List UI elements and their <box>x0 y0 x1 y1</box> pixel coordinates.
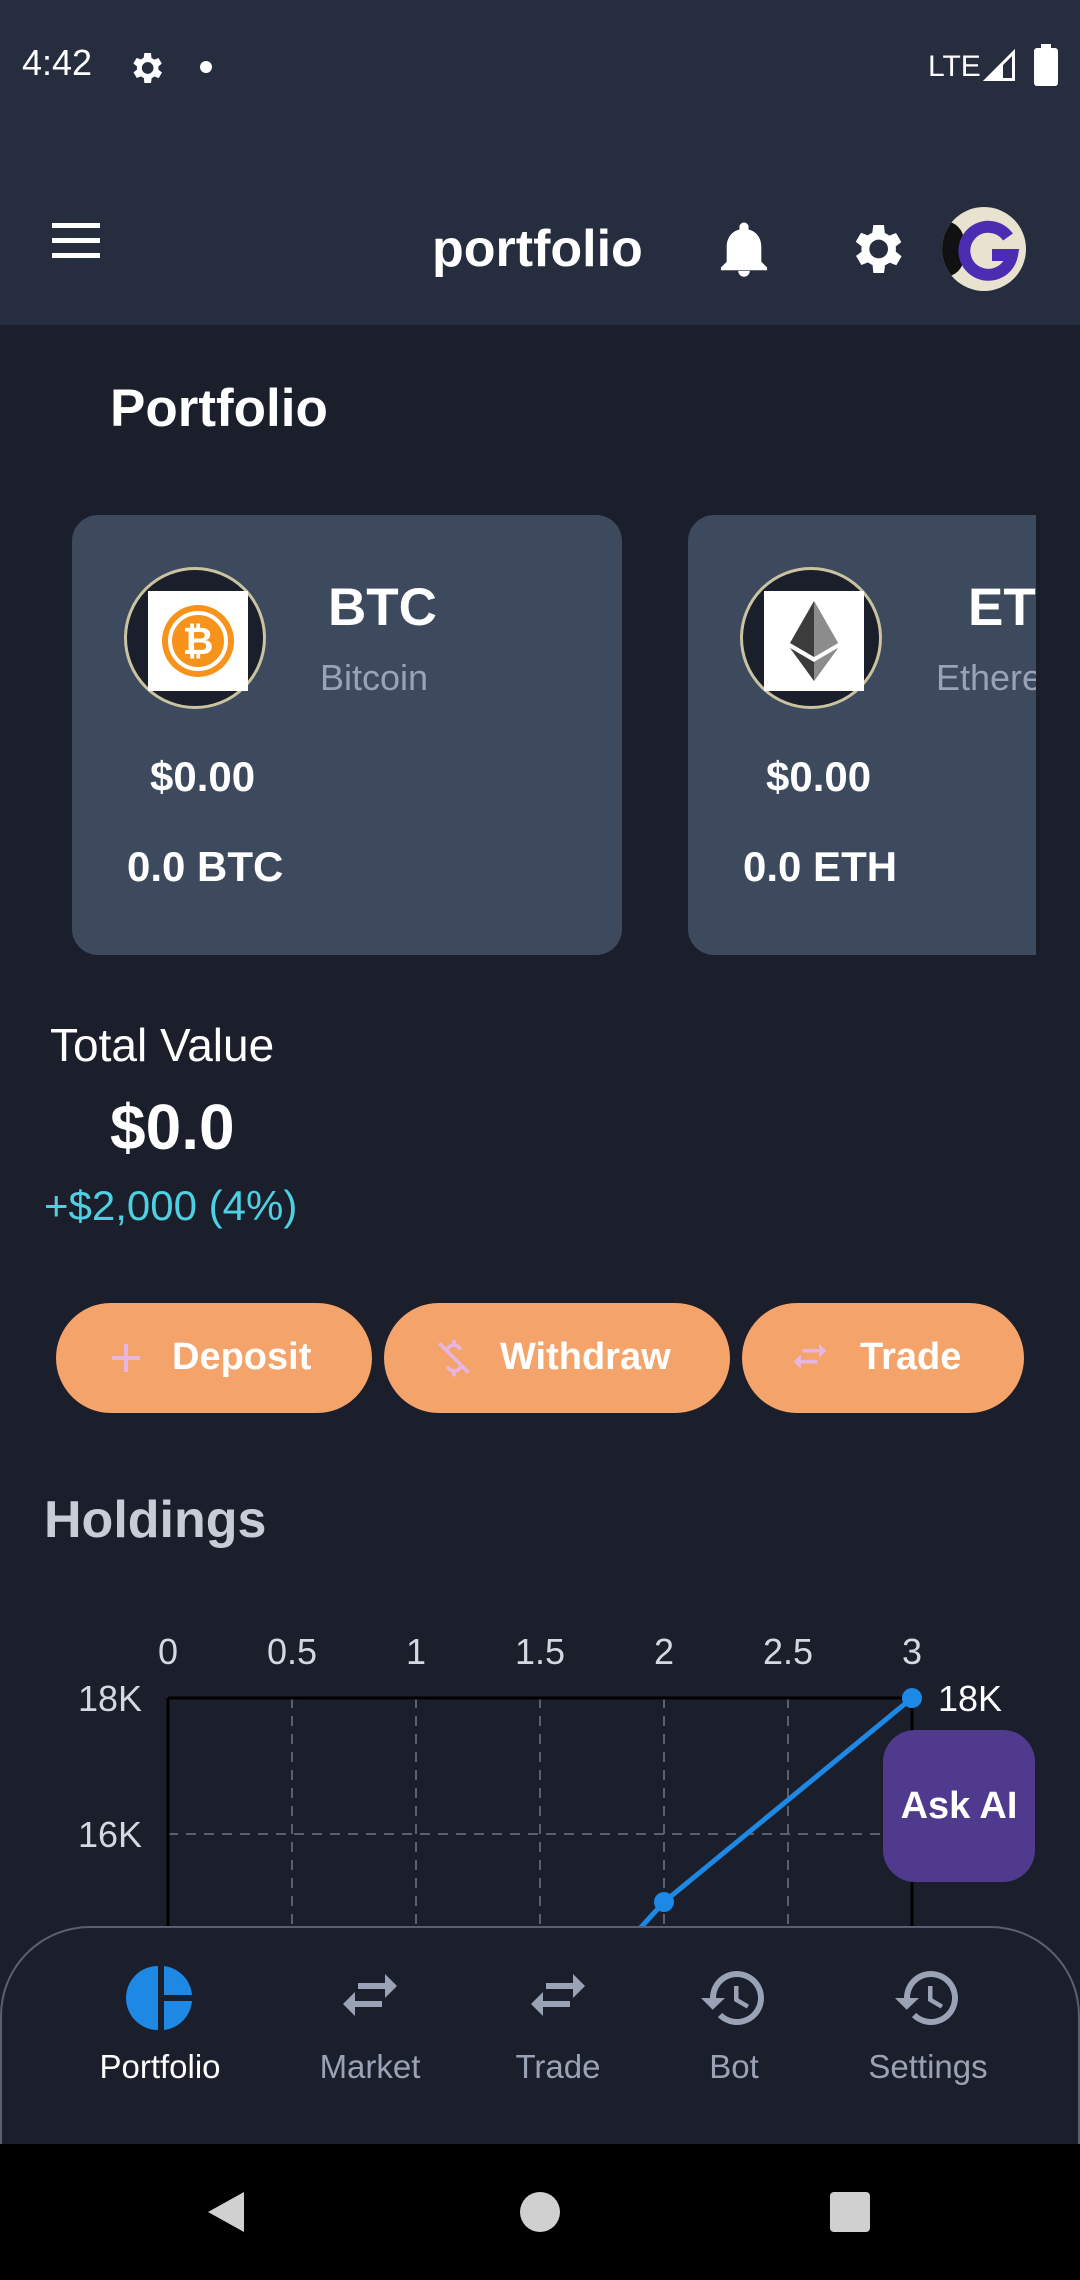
page-title: Portfolio <box>110 379 328 438</box>
ask-ai-button[interactable]: Ask AI <box>883 1730 1035 1882</box>
eth-card-clip: ET Ethere $0.00 0.0 ETH <box>688 515 1036 955</box>
menu-icon[interactable] <box>48 217 104 265</box>
x-tick-label: 1 <box>406 1631 426 1672</box>
btc-card[interactable]: ₿ BTC Bitcoin $0.00 0.0 BTC <box>72 515 622 955</box>
network-type: LTE <box>928 50 981 83</box>
nav-item-settings[interactable]: Settings <box>828 1928 1028 2146</box>
coin-usd-value: $0.00 <box>766 753 872 800</box>
history-icon <box>701 1971 764 2025</box>
ask-ai-label: Ask AI <box>900 1785 1018 1827</box>
recents-icon[interactable] <box>828 2190 872 2234</box>
money-off-icon <box>438 1339 470 1377</box>
bottom-navigation: Portfolio Market Trade Bot Settings <box>0 1926 1080 2144</box>
trade-label: Trade <box>860 1336 962 1378</box>
status-time: 4:42 <box>22 42 93 83</box>
series-line <box>635 1696 914 1930</box>
eth-logo <box>740 567 882 709</box>
withdraw-button[interactable]: Withdraw <box>384 1303 730 1413</box>
coin-usd-value: $0.00 <box>150 753 256 800</box>
nav-label: Settings <box>868 2048 988 2085</box>
nav-item-trade[interactable]: Trade <box>458 1928 658 2146</box>
holdings-title: Holdings <box>44 1491 267 1549</box>
bitcoin-icon: ₿ <box>162 605 234 677</box>
nav-item-portfolio[interactable]: Portfolio <box>60 1928 260 2146</box>
svg-text:₿: ₿ <box>183 621 214 663</box>
swap-icon <box>343 1974 397 2016</box>
app-bar: portfolio <box>0 135 1080 325</box>
notification-dot <box>200 61 212 73</box>
x-tick-label: 0.5 <box>267 1631 317 1672</box>
plus-icon <box>112 1344 140 1372</box>
coin-name: Bitcoin <box>320 657 429 698</box>
nav-label: Portfolio <box>99 2048 221 2085</box>
home-icon[interactable] <box>518 2190 562 2234</box>
avatar[interactable] <box>942 207 1026 291</box>
history-icon <box>895 1971 958 2025</box>
nav-item-bot[interactable]: Bot <box>634 1928 834 2146</box>
total-change: +$2,000 (4%) <box>44 1182 298 1229</box>
nav-item-market[interactable]: Market <box>270 1928 470 2146</box>
y-tick-label: 16K <box>78 1814 142 1855</box>
system-navigation-bar <box>0 2144 1080 2280</box>
back-icon[interactable] <box>204 2188 250 2236</box>
x-tick-label: 2 <box>654 1631 674 1672</box>
data-point <box>902 1688 922 1708</box>
coin-symbol: ET <box>968 578 1036 637</box>
y-tick-label: 18K <box>78 1678 142 1719</box>
total-value: $0.0 <box>110 1091 235 1163</box>
deposit-label: Deposit <box>172 1336 312 1378</box>
btc-logo: ₿ <box>124 567 266 709</box>
x-tick-label: 0 <box>158 1631 178 1672</box>
gear-icon[interactable] <box>844 217 908 281</box>
nav-label: Trade <box>515 2048 601 2085</box>
x-tick-label: 1.5 <box>515 1631 565 1672</box>
trade-button[interactable]: Trade <box>742 1303 1024 1413</box>
x-tick-label: 2.5 <box>763 1631 813 1672</box>
battery-icon <box>1034 44 1058 86</box>
app-bar-title: portfolio <box>432 220 643 278</box>
data-point <box>654 1892 674 1912</box>
status-bar: 4:42 LTE <box>0 0 1080 135</box>
withdraw-label: Withdraw <box>500 1336 671 1378</box>
coin-name: Ethere <box>936 657 1036 698</box>
swap-icon <box>531 1974 585 2016</box>
eth-card[interactable]: ET Ethere $0.00 0.0 ETH <box>688 515 1036 955</box>
nav-label: Bot <box>709 2048 759 2085</box>
nav-label: Market <box>319 2048 421 2085</box>
coin-symbol: BTC <box>328 578 437 637</box>
settings-status-icon <box>133 53 162 83</box>
swap-icon <box>793 1343 827 1369</box>
deposit-button[interactable]: Deposit <box>56 1303 372 1413</box>
point-value-label: 18K <box>938 1678 1002 1719</box>
bell-icon[interactable] <box>716 219 772 279</box>
ethereum-icon <box>790 601 838 681</box>
signal-icon <box>982 48 1015 81</box>
total-value-label: Total Value <box>50 1019 275 1071</box>
x-tick-label: 3 <box>902 1631 922 1672</box>
g-logo-icon <box>958 220 1020 281</box>
coin-amount: 0.0 BTC <box>127 843 284 890</box>
pie-chart-icon <box>126 1966 192 2030</box>
coin-amount: 0.0 ETH <box>743 843 898 890</box>
